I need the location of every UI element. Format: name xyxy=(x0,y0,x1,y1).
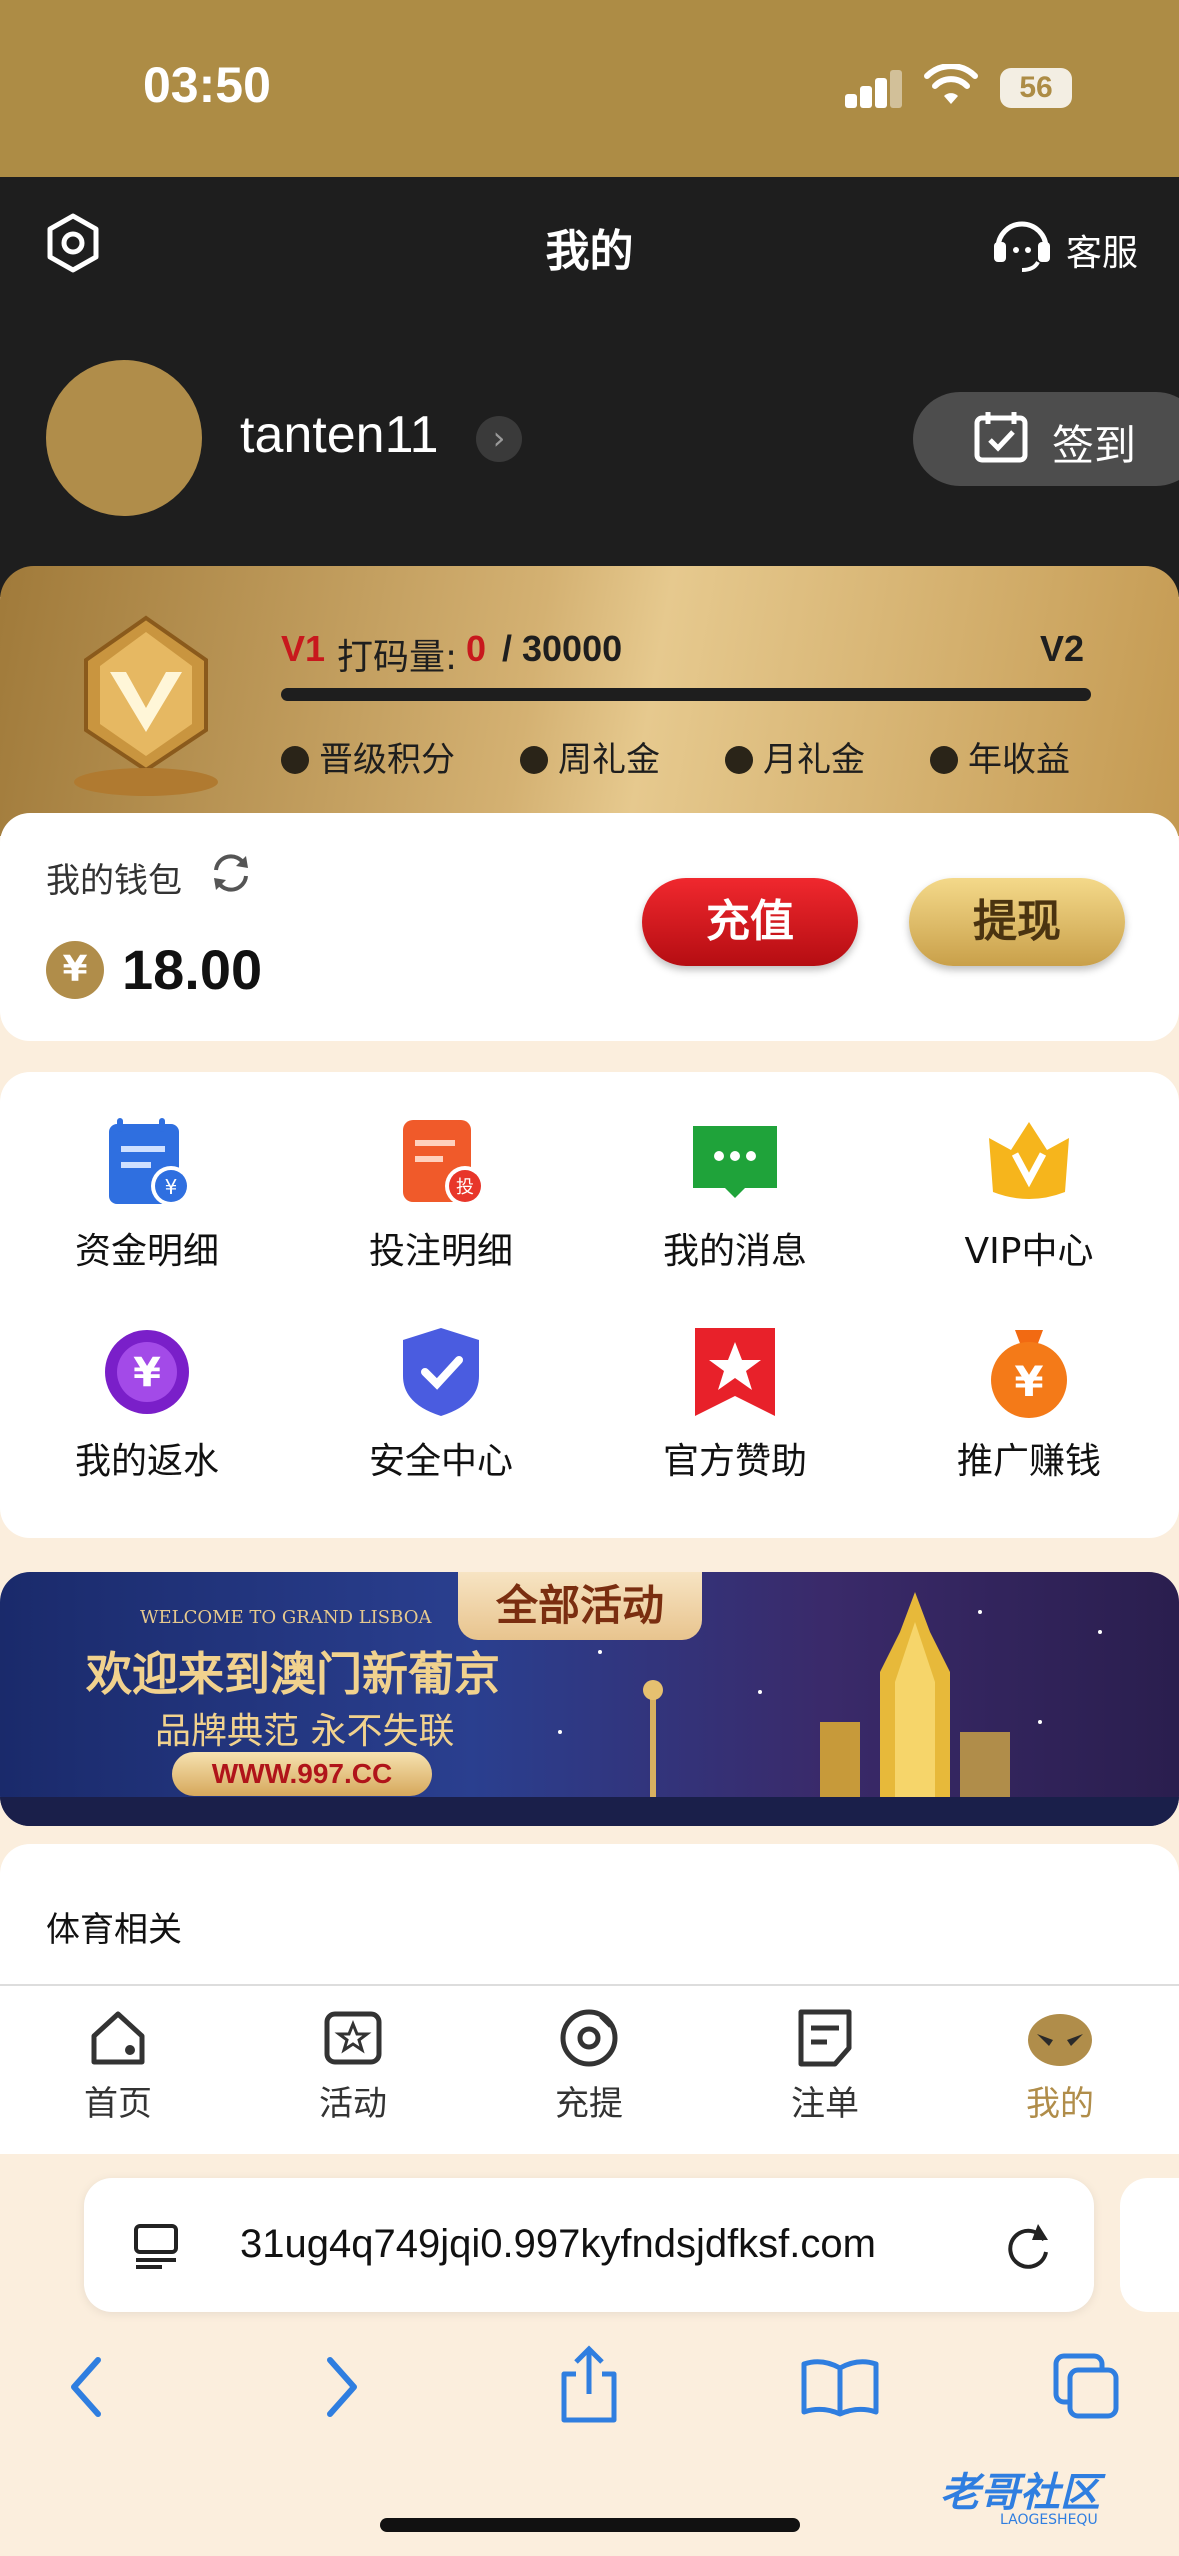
menu-item-messages[interactable]: 我的消息 xyxy=(605,1114,865,1274)
rebate-icon: ¥ xyxy=(105,1330,189,1414)
message-icon xyxy=(693,1126,777,1198)
url-text[interactable]: 31ug4q749jqi0.997kyfndsjdfksf.com xyxy=(240,2222,876,2267)
menu-item-label: 投注明细 xyxy=(368,1231,513,1272)
vip-perk-label: 晋级积分 xyxy=(319,740,455,780)
vip-perk-label: 周礼金 xyxy=(558,740,660,780)
refresh-icon[interactable] xyxy=(208,850,254,900)
vip-next-level: V2 xyxy=(1040,628,1085,669)
svg-text:¥: ¥ xyxy=(165,1175,178,1199)
currency-coin-icon: ¥ xyxy=(46,941,104,999)
menu-item-sponsor[interactable]: 官方赞助 xyxy=(605,1324,865,1484)
withdraw-button[interactable]: 提现 xyxy=(909,878,1125,966)
cellular-signal-icon xyxy=(845,68,902,108)
battery-indicator: 56 xyxy=(1000,68,1072,108)
back-icon[interactable] xyxy=(62,2354,112,2424)
username[interactable]: tanten11 xyxy=(240,405,439,465)
tab-mine[interactable]: 我的 xyxy=(990,2006,1130,2125)
vip-wager-label: 打码量: xyxy=(337,637,458,678)
bookmarks-icon[interactable] xyxy=(800,2356,880,2422)
menu-item-label: 安全中心 xyxy=(368,1441,513,1482)
menu-item-bet-detail[interactable]: 投 投注明细 xyxy=(311,1114,571,1274)
tab-label: 注单 xyxy=(791,2084,859,2124)
bet-detail-icon: 投 xyxy=(403,1120,485,1206)
avatar[interactable] xyxy=(46,360,202,516)
vip-crown-icon xyxy=(989,1122,1069,1199)
wifi-icon xyxy=(924,63,978,112)
vip-current-level: V1 xyxy=(281,628,326,669)
checkin-button[interactable] xyxy=(913,392,1179,486)
svg-text:¥: ¥ xyxy=(133,1350,161,1396)
reload-icon[interactable] xyxy=(1000,2218,1056,2278)
vip-perk-item: 月礼金 xyxy=(725,732,865,781)
menu-item-label: 资金明细 xyxy=(74,1231,219,1272)
vip-progress-bar xyxy=(281,688,1091,701)
bullet-icon xyxy=(725,746,753,774)
shield-icon xyxy=(403,1328,479,1416)
calendar-check-icon xyxy=(972,408,1030,470)
tab-label: 首页 xyxy=(84,2084,152,2124)
vip-badge-icon xyxy=(66,610,226,804)
share-icon[interactable] xyxy=(556,2344,622,2430)
banner-headline: 欢迎来到澳门新葡京 xyxy=(86,1647,500,1701)
tab-label: 我的 xyxy=(1026,2084,1094,2124)
menu-item-label: 官方赞助 xyxy=(662,1441,807,1482)
status-time: 03:50 xyxy=(143,57,271,113)
reader-menu-icon[interactable] xyxy=(132,2220,182,2274)
checkin-label[interactable]: 签到 xyxy=(1052,412,1136,473)
next-tab-preview[interactable] xyxy=(1120,2178,1179,2312)
tabs-icon[interactable] xyxy=(1052,2352,1122,2426)
menu-item-label: 推广赚钱 xyxy=(956,1441,1101,1482)
bullet-icon xyxy=(930,746,958,774)
activity-icon xyxy=(324,2011,382,2065)
vip-perk-item: 晋级积分 xyxy=(281,732,455,781)
sports-section-title: 体育相关 xyxy=(46,1910,182,1950)
wallet-label: 我的钱包 xyxy=(46,861,182,901)
vip-perk-label: 月礼金 xyxy=(763,740,865,780)
forward-icon[interactable] xyxy=(316,2354,366,2424)
tab-orders[interactable]: 注单 xyxy=(755,2006,895,2125)
recharge-button[interactable]: 充值 xyxy=(642,878,858,966)
vip-wager-total: / 30000 xyxy=(502,628,623,669)
banner-url: WWW.997.CC xyxy=(172,1752,432,1796)
menu-item-security[interactable]: 安全中心 xyxy=(311,1324,571,1484)
watermark-subtitle: LAOGESHEQU xyxy=(1000,2512,1098,2528)
tab-home[interactable]: 首页 xyxy=(48,2006,188,2125)
deposit-icon xyxy=(560,2009,618,2067)
customer-service-label[interactable]: 客服 xyxy=(1066,224,1138,276)
tab-label: 活动 xyxy=(319,2084,387,2124)
chevron-right-icon[interactable]: › xyxy=(476,416,522,462)
wallet-balance: 18.00 xyxy=(122,938,263,1001)
svg-text:投: 投 xyxy=(456,1177,474,1198)
vip-wager-current: 0 xyxy=(466,628,487,669)
vip-perk-item: 年收益 xyxy=(930,732,1070,781)
tab-activity[interactable]: 活动 xyxy=(283,2006,423,2125)
order-icon xyxy=(798,2009,852,2067)
tab-label: 充提 xyxy=(555,2084,623,2124)
menu-item-label: 我的返水 xyxy=(74,1441,219,1482)
money-bag-icon: ¥ xyxy=(991,1330,1067,1418)
banner-welcome: WELCOME TO GRAND LISBOA xyxy=(140,1607,432,1628)
customer-service-icon[interactable] xyxy=(990,212,1054,280)
vip-perk-label: 年收益 xyxy=(968,740,1070,780)
banner-subline: 品牌典范 永不失联 xyxy=(155,1711,455,1752)
menu-item-fund-detail[interactable]: ¥ 资金明细 xyxy=(17,1114,277,1274)
fund-detail-icon: ¥ xyxy=(109,1118,191,1206)
menu-item-label: 我的消息 xyxy=(662,1231,807,1272)
mine-mask-icon xyxy=(1028,2014,1092,2066)
bullet-icon xyxy=(281,746,309,774)
all-activities-tab[interactable]: 全部活动 xyxy=(458,1572,702,1640)
home-indicator[interactable] xyxy=(380,2518,800,2532)
menu-item-promote[interactable]: ¥ 推广赚钱 xyxy=(899,1324,1159,1484)
menu-item-vip-center[interactable]: VIP中心 xyxy=(899,1114,1159,1274)
svg-text:¥: ¥ xyxy=(1014,1357,1043,1406)
bullet-icon xyxy=(520,746,548,774)
menu-item-rebate[interactable]: ¥ 我的返水 xyxy=(17,1324,277,1484)
watermark-logo: 老哥社区 xyxy=(940,2470,1100,2516)
vip-perk-item: 周礼金 xyxy=(520,732,660,781)
tab-deposit[interactable]: 充提 xyxy=(519,2006,659,2125)
star-ribbon-icon xyxy=(695,1328,775,1416)
home-icon xyxy=(91,2011,145,2065)
menu-item-label: VIP中心 xyxy=(964,1231,1094,1272)
